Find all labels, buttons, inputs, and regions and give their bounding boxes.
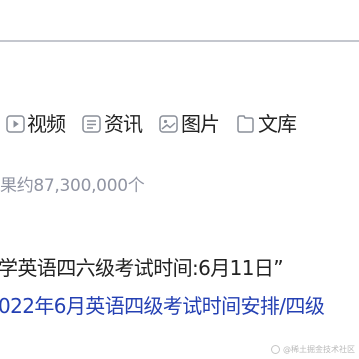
document-icon bbox=[234, 115, 256, 133]
tab-images-label: 图片 bbox=[181, 112, 220, 136]
tab-library[interactable]: 文库 bbox=[234, 112, 297, 136]
tab-video-label: 视频 bbox=[27, 112, 66, 136]
search-results-page: 视频 资讯 图片 文库 果约87,300,000个 学英语四六级考试时间:6月1… bbox=[0, 0, 359, 359]
tab-images[interactable]: 图片 bbox=[157, 112, 220, 136]
tab-library-label: 文库 bbox=[258, 112, 297, 136]
result-link[interactable]: 022年6月英语四级考试时间安排/四级 bbox=[0, 290, 325, 319]
search-input-box[interactable] bbox=[0, 0, 359, 42]
result-title: 学英语四六级考试时间:6月11日” bbox=[0, 256, 284, 280]
watermark-logo-icon bbox=[271, 345, 280, 354]
tab-news[interactable]: 资讯 bbox=[80, 112, 143, 136]
search-category-tabs: 视频 资讯 图片 文库 bbox=[6, 112, 311, 136]
watermark-text: @稀土掘金技术社区 bbox=[283, 345, 355, 354]
tab-video[interactable]: 视频 bbox=[6, 112, 66, 136]
result-count: 果约87,300,000个 bbox=[0, 176, 145, 196]
watermark: @稀土掘金技术社区 bbox=[271, 344, 355, 355]
image-icon bbox=[157, 115, 179, 133]
news-icon bbox=[80, 115, 102, 133]
tab-news-label: 资讯 bbox=[104, 112, 143, 136]
video-play-icon bbox=[6, 115, 25, 133]
